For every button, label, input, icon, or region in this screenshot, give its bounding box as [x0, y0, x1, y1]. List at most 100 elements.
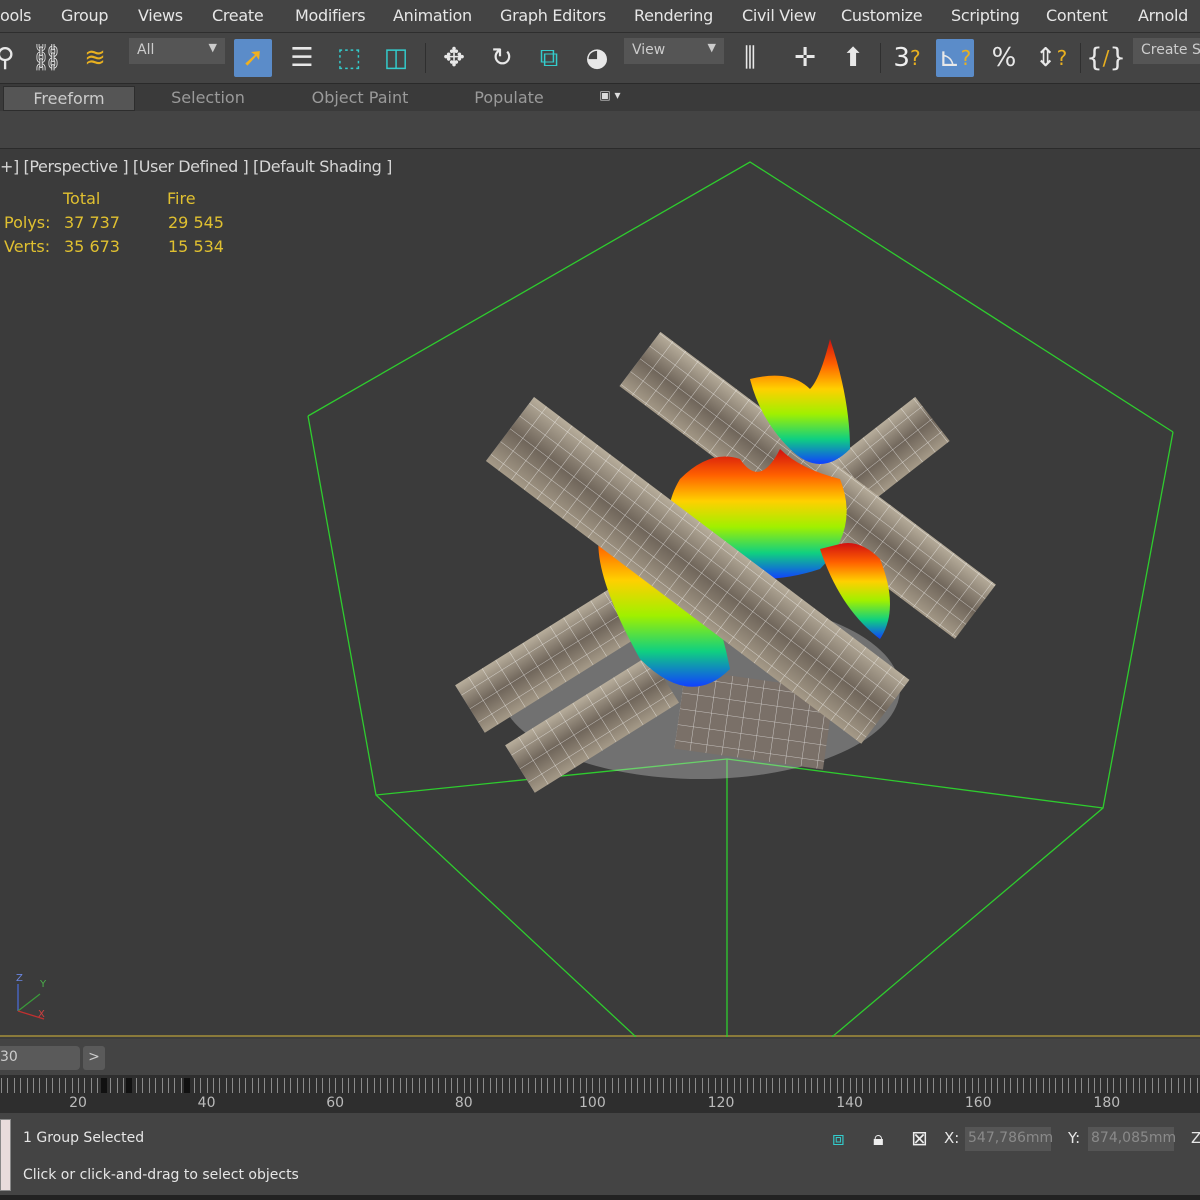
timeline-tick [798, 1078, 800, 1093]
select-manipulate-icon[interactable]: ✛ [786, 39, 824, 77]
absolute-mode-transform-icon[interactable]: ⊠ [911, 1126, 928, 1150]
tab-populate[interactable]: Populate [455, 86, 563, 111]
timeline-tick [811, 1078, 813, 1093]
menu-group[interactable]: Group [61, 6, 109, 25]
timeline-tick [643, 1078, 645, 1093]
selection-filter-dropdown[interactable]: All ▼ [129, 38, 225, 64]
move-icon[interactable]: ✥ [435, 39, 473, 77]
stats-total-header: Total [63, 189, 101, 208]
maxscript-listener-thumb[interactable] [0, 1119, 11, 1191]
timeline-tick [1119, 1078, 1121, 1093]
timeline-tick [495, 1078, 497, 1093]
next-frame-button[interactable]: > [83, 1046, 105, 1070]
divider [425, 43, 426, 73]
menu-arnold[interactable]: Arnold [1138, 6, 1188, 25]
menu-scripting[interactable]: Scripting [951, 6, 1020, 25]
create-selection-set-label: Create S [1141, 42, 1200, 58]
timeline-tick [0, 1078, 2, 1093]
menu-graph-editors[interactable]: Graph Editors [500, 6, 606, 25]
timeline-tick [283, 1078, 285, 1093]
animation-key[interactable] [184, 1078, 191, 1093]
timeline-tick [553, 1078, 555, 1093]
rotate-icon[interactable]: ↻ [483, 39, 521, 77]
timeline-tick [251, 1078, 253, 1093]
timeline-tick [405, 1078, 407, 1093]
timeline-tick [180, 1078, 182, 1093]
timeline-tick [965, 1078, 967, 1093]
spinner-snap-icon[interactable]: ⇕? [1032, 39, 1070, 77]
timeline-tick [1087, 1078, 1089, 1093]
menu-modifiers[interactable]: Modifiers [295, 6, 366, 25]
timeline-tick [753, 1078, 755, 1093]
perspective-viewport[interactable]: +] [Perspective ] [User Defined ] [Defau… [0, 149, 1200, 1037]
menu-create[interactable]: Create [212, 6, 264, 25]
unlink-icon[interactable]: ⛓ [28, 39, 66, 77]
timeline-tick [431, 1078, 433, 1093]
timeline-tick [913, 1078, 915, 1093]
timeline-tick [90, 1078, 92, 1093]
edit-named-selection-icon[interactable]: {/} [1086, 39, 1126, 77]
scale-icon[interactable]: ⧉ [530, 39, 568, 77]
timeline-tick [894, 1078, 896, 1093]
tab-selection[interactable]: Selection [148, 86, 268, 111]
timeline-tick [476, 1078, 478, 1093]
animation-key[interactable] [126, 1078, 133, 1093]
tab-object-paint[interactable]: Object Paint [290, 86, 430, 111]
current-frame-slider[interactable]: 30 [0, 1046, 80, 1070]
stats-verts-fire: 15 534 [168, 237, 224, 256]
timeline-tick [1036, 1078, 1038, 1093]
x-coordinate-field[interactable]: 547,786mm [965, 1127, 1053, 1151]
rectangular-selection-icon[interactable]: ⬚ [330, 39, 368, 77]
percent-snap-icon[interactable]: % [985, 39, 1023, 77]
timeline-tick [174, 1078, 176, 1093]
pivot-center-icon[interactable]: ⫼ [731, 39, 769, 77]
track-bar[interactable]: 20 40 60 80 100 120 140 160 180 [0, 1075, 1200, 1113]
timeline-tick [450, 1078, 452, 1093]
timeline-tick [270, 1078, 272, 1093]
timeline-tick [611, 1078, 613, 1093]
select-object-button[interactable]: ➚ [234, 39, 272, 77]
menu-content[interactable]: Content [1046, 6, 1108, 25]
angle-snap-icon[interactable]: ⊾? [936, 39, 974, 77]
timeline-tick [560, 1078, 562, 1093]
timeline-tick [521, 1078, 523, 1093]
keyboard-shortcut-override-icon[interactable]: ⬆ [834, 39, 872, 77]
timeline-tick [714, 1078, 716, 1093]
menu-civil-view[interactable]: Civil View [742, 6, 816, 25]
menu-customize[interactable]: Customize [841, 6, 923, 25]
select-by-name-icon[interactable]: ☰ [283, 39, 321, 77]
menu-tools[interactable]: ools [0, 6, 31, 25]
timeline-tick [1151, 1078, 1153, 1093]
create-selection-set-field[interactable]: Create S [1133, 38, 1200, 64]
snaps-toggle-icon[interactable]: 3? [888, 39, 926, 77]
timeline-tick [193, 1078, 195, 1093]
timeline-tick [624, 1078, 626, 1093]
time-slider: 30 > [0, 1039, 1200, 1075]
menu-animation[interactable]: Animation [393, 6, 472, 25]
x-coordinate-label: X: [944, 1129, 960, 1147]
menu-rendering[interactable]: Rendering [634, 6, 713, 25]
menu-views[interactable]: Views [138, 6, 183, 25]
timeline-tick [508, 1078, 510, 1093]
animation-key[interactable] [100, 1078, 107, 1093]
tab-freeform[interactable]: Freeform [3, 86, 135, 111]
window-crossing-icon[interactable]: ◫ [377, 39, 415, 77]
timeline-tick [592, 1078, 594, 1093]
timeline-tick [823, 1078, 825, 1093]
timeline-label: 180 [1093, 1095, 1121, 1111]
axis-y-label: Y [40, 979, 47, 990]
ribbon-options-dropdown-icon[interactable]: ▣ ▾ [588, 86, 632, 111]
bind-space-warp-icon[interactable]: ≋ [76, 39, 114, 77]
isolate-selection-icon[interactable]: ⧈ [832, 1126, 845, 1150]
timeline-tick [315, 1078, 317, 1093]
place-icon[interactable]: ◕ [578, 39, 616, 77]
y-coordinate-field[interactable]: 874,085mm [1088, 1127, 1176, 1151]
timeline-tick [1061, 1078, 1063, 1093]
timeline-tick [952, 1078, 954, 1093]
timeline-tick [20, 1078, 22, 1093]
link-icon[interactable]: ⚲ [0, 39, 24, 77]
viewport-label-menu[interactable]: +] [Perspective ] [User Defined ] [Defau… [0, 157, 392, 176]
timeline-tick [277, 1078, 279, 1093]
selection-lock-icon[interactable]: 🔒︎ [873, 1126, 884, 1150]
reference-coordinate-dropdown[interactable]: View ▼ [624, 38, 724, 64]
